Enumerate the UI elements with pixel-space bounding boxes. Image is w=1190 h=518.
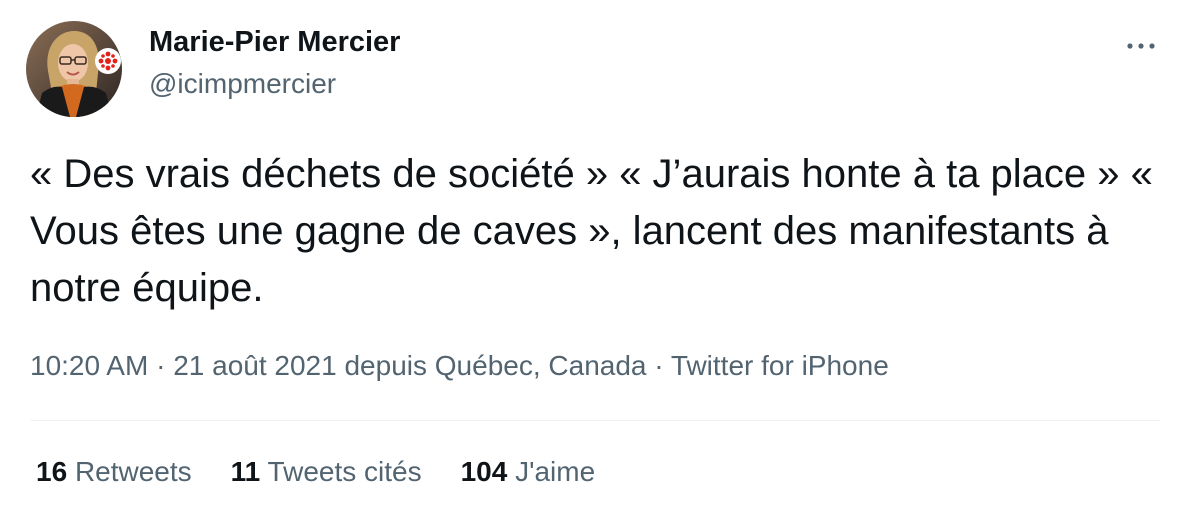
tweet-text: « Des vrais déchets de société » « J’aur… xyxy=(30,152,1153,310)
location-prefix: depuis xyxy=(336,350,435,381)
author-name[interactable]: Marie-Pier Mercier xyxy=(149,26,400,59)
retweets-count: 16 xyxy=(36,456,68,487)
tweet-location[interactable]: Québec, Canada xyxy=(435,350,647,381)
likes-label: J'aime xyxy=(515,456,596,487)
retweets-label: Retweets xyxy=(74,456,192,487)
tweet-card: Marie-Pier Mercier @icimpmercier « Des v… xyxy=(0,0,1190,518)
quote-tweets-count: 11 xyxy=(230,456,261,487)
ellipsis-icon xyxy=(1127,43,1155,49)
likes-count: 104 xyxy=(460,456,508,487)
tweet-stats: 16 Retweets 11 Tweets cités 104 J'aime xyxy=(36,456,634,488)
tweet-metadata: 10:20 AM · 21 août 2021 depuis Québec, C… xyxy=(30,350,889,382)
avatar[interactable] xyxy=(26,21,122,117)
likes-stat[interactable]: 104 J'aime xyxy=(461,456,596,488)
profile-photo xyxy=(26,21,122,117)
meta-separator: · xyxy=(148,350,174,381)
quote-tweets-stat[interactable]: 11 Tweets cités xyxy=(231,456,422,488)
tweet-time[interactable]: 10:20 AM xyxy=(30,350,148,381)
more-options-button[interactable] xyxy=(1121,29,1161,63)
tweet-date[interactable]: 21 août 2021 xyxy=(173,350,337,381)
retweets-stat[interactable]: 16 Retweets xyxy=(36,456,192,488)
divider xyxy=(30,420,1160,421)
quote-tweets-label: Tweets cités xyxy=(267,456,422,487)
tweet-source[interactable]: Twitter for iPhone xyxy=(671,350,889,381)
author-handle[interactable]: @icimpmercier xyxy=(149,68,336,100)
meta-separator-2: · xyxy=(646,350,671,381)
